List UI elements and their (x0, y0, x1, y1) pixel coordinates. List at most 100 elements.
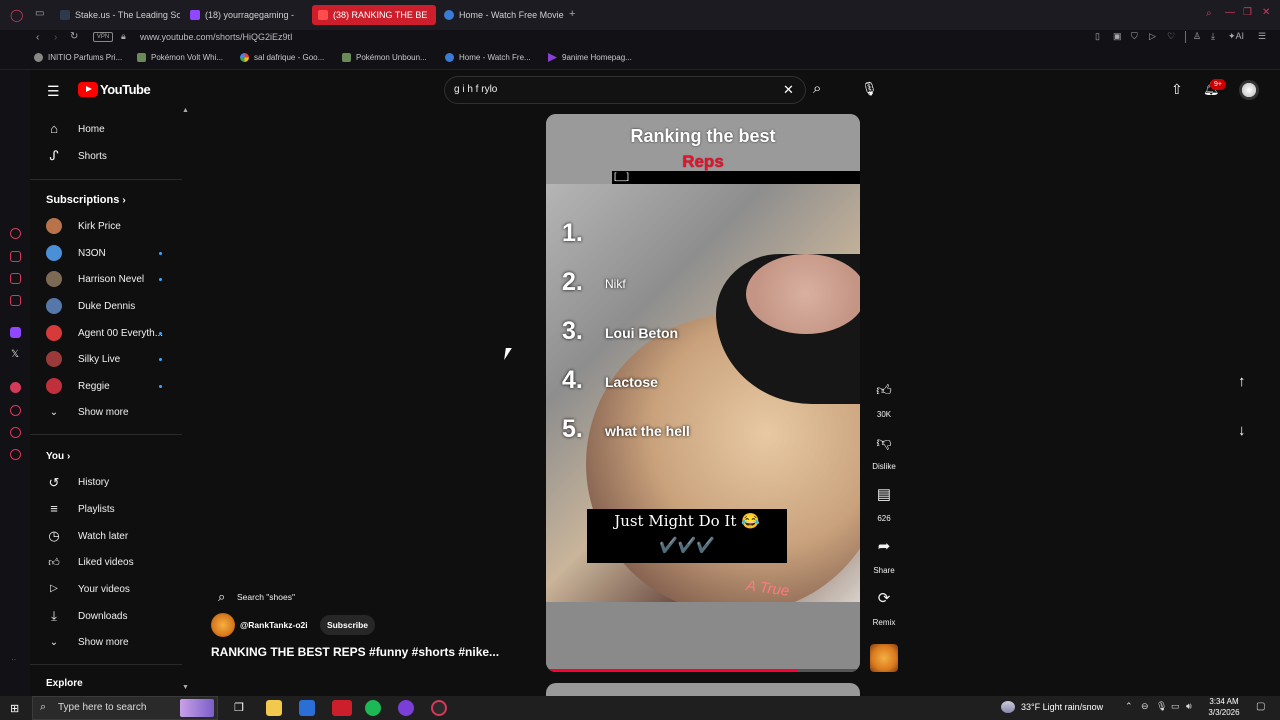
spotify-icon[interactable] (365, 700, 381, 716)
player-icon[interactable]: ▷ (1149, 32, 1156, 41)
rail-twitch-icon[interactable] (10, 327, 21, 338)
reload-icon[interactable]: ↻ (70, 32, 78, 42)
sidebar-scroll-up-icon[interactable]: ▲ (182, 107, 189, 114)
rail-wallet-icon[interactable] (10, 251, 21, 262)
close-window-icon[interactable]: ✕ (1262, 8, 1270, 18)
vpn-badge[interactable]: VPN (93, 32, 113, 42)
account-avatar[interactable] (1239, 80, 1259, 100)
opera-gx-icon[interactable] (332, 700, 352, 716)
search-icon[interactable]: ⌕ (813, 80, 821, 97)
tab-stake[interactable]: Stake.us - The Leading So (60, 5, 180, 25)
share-icon[interactable]: ➦ (872, 536, 896, 558)
sidebar-item-your-videos[interactable]: Your videos (78, 584, 130, 595)
rail-clock-icon[interactable] (10, 405, 21, 416)
notifications-center-icon[interactable]: ▢ (1256, 701, 1265, 712)
tray-app-icon[interactable]: ⊖ (1141, 701, 1149, 712)
back-icon[interactable]: ‹ (36, 33, 39, 43)
rail-music-icon[interactable] (10, 382, 21, 393)
sidebar-item-history[interactable]: History (78, 477, 109, 488)
sidebar-item-agent-00[interactable]: Agent 00 Everyth... (78, 328, 163, 339)
rail-history-icon[interactable] (10, 228, 21, 239)
minimize-icon[interactable]: — (1225, 8, 1235, 18)
opera-icon[interactable] (431, 700, 447, 716)
remix-icon[interactable]: ⟳ (872, 588, 896, 610)
bookmark-pokemon-unbound[interactable]: Pokémon Unboun... (342, 53, 427, 62)
bookmark-initio[interactable]: INITIO Parfums Pri... (34, 53, 122, 62)
rail-x-icon[interactable]: 𝕏 (11, 350, 19, 360)
sidebar-item-shorts[interactable]: Shorts (78, 151, 107, 162)
bookmark-9anime[interactable]: 9anime Homepag... (548, 53, 632, 62)
tab-youtube-short[interactable]: (38) RANKING THE BE (312, 5, 436, 25)
downloads-toolbar-icon[interactable]: ⤓ (1211, 32, 1215, 41)
bookmark-pokemon-volt[interactable]: Pokémon Volt Whi... (137, 53, 223, 62)
sidebar-item-silky-live[interactable]: Silky Live (78, 354, 120, 365)
short-video-player[interactable]: Ranking the best Reps [__] 1. 2. 3. 4. 5… (546, 114, 860, 672)
sidebar-item-downloads[interactable]: Downloads (78, 611, 127, 622)
clock-date[interactable]: 3/3/2026 (1204, 708, 1244, 717)
taskbar-search-input[interactable]: Type here to search (58, 702, 146, 713)
sidebar-item-home[interactable]: Home (78, 124, 105, 135)
tab-movies[interactable]: Home - Watch Free Movie (444, 5, 564, 25)
discord-icon[interactable] (398, 700, 414, 716)
sidebar-item-watch-later[interactable]: Watch later (78, 531, 128, 542)
account-icon[interactable]: ♙ (1193, 32, 1201, 41)
comments-icon[interactable]: ▤ (872, 484, 896, 506)
rail-mail-icon[interactable] (10, 295, 21, 306)
youtube-logo-text[interactable]: YouTube (100, 82, 151, 97)
maximize-icon[interactable]: ❐ (1243, 8, 1252, 18)
next-short-preview[interactable] (546, 683, 860, 696)
microphone-icon[interactable]: 🎙︎ (861, 81, 878, 97)
bookmark-page-icon[interactable]: ▯ (1095, 32, 1100, 41)
show-more-subscriptions[interactable]: Show more (78, 407, 129, 418)
previous-short-arrow-icon[interactable]: ↑ (1238, 373, 1246, 390)
microphone-tray-icon[interactable]: 🎙︎ (1156, 701, 1167, 712)
search-input[interactable]: g i h f rylo (454, 84, 497, 95)
next-short-arrow-icon[interactable]: ↓ (1238, 422, 1246, 439)
search-input-box[interactable] (444, 76, 806, 104)
video-title[interactable]: RANKING THE BEST REPS #funny #shorts #ni… (211, 645, 499, 659)
sidebar-item-n3on[interactable]: N3ON (78, 248, 106, 259)
heart-icon[interactable]: ♡ (1167, 32, 1175, 41)
volume-icon[interactable]: 🔊︎ (1186, 701, 1192, 712)
new-tab-icon[interactable]: + (569, 9, 575, 20)
rail-pen-icon[interactable] (10, 273, 21, 284)
rail-share-icon[interactable] (10, 427, 21, 438)
microsoft-store-icon[interactable] (299, 700, 315, 716)
bookmark-google[interactable]: sal dafrique - Goo... (240, 53, 324, 62)
shield-icon[interactable]: ⛉ (1131, 32, 1138, 41)
sidebar-item-harrison-nevel[interactable]: Harrison Nevel (78, 274, 144, 285)
you-heading[interactable]: You › (46, 451, 70, 462)
sidebar-item-liked-videos[interactable]: Liked videos (78, 557, 134, 568)
like-icon[interactable]: 👍︎ (872, 380, 896, 402)
clear-search-icon[interactable]: ✕ (783, 82, 794, 98)
weather-text[interactable]: 33°F Light rain/snow (1021, 702, 1103, 712)
bookmark-home-movies[interactable]: Home - Watch Fre... (445, 53, 531, 62)
progress-track[interactable] (546, 669, 860, 672)
url-field[interactable]: www.youtube.com/shorts/HiQG2iEz9tI (140, 32, 293, 42)
tray-overflow-icon[interactable]: ⌃ (1125, 701, 1133, 712)
tab-twitch[interactable]: (18) yourragegaming - (190, 5, 305, 25)
upload-icon[interactable]: ⇧ (1171, 81, 1183, 98)
menu-icon[interactable]: ☰ (1258, 32, 1266, 41)
sidebar-item-kirk-price[interactable]: Kirk Price (78, 221, 121, 232)
youtube-logo-icon[interactable] (78, 82, 98, 97)
subscribe-button[interactable]: Subscribe (320, 615, 375, 635)
subscriptions-heading[interactable]: Subscriptions › (46, 194, 126, 206)
browser-logo-icon[interactable]: ◯ (10, 9, 23, 21)
search-suggestion-link[interactable]: Search "shoes" (237, 592, 295, 602)
ai-sparkle-icon[interactable]: ✦AI (1228, 32, 1244, 41)
tab-list-icon[interactable]: ▭ (35, 9, 44, 19)
sound-thumbnail[interactable] (870, 644, 898, 672)
channel-avatar[interactable] (211, 613, 235, 637)
sidebar-item-playlists[interactable]: Playlists (78, 504, 115, 515)
file-explorer-icon[interactable] (266, 700, 282, 716)
dislike-icon[interactable]: 👎︎ (872, 432, 896, 454)
forward-icon[interactable]: › (54, 33, 57, 43)
snapshot-icon[interactable]: ▣ (1113, 32, 1122, 41)
hamburger-menu-icon[interactable]: ☰ (47, 83, 60, 100)
rail-more-icon[interactable]: ·· (11, 656, 16, 664)
network-icon[interactable]: ▭ (1171, 701, 1180, 712)
show-more-you[interactable]: Show more (78, 637, 129, 648)
channel-name[interactable]: @RankTankz-o2i (240, 620, 308, 630)
task-view-icon[interactable]: ❐ (234, 701, 244, 714)
